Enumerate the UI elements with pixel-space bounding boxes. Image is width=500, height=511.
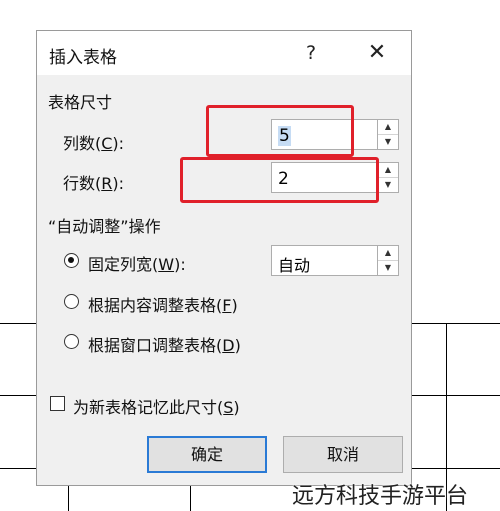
table-size-section-label: 表格尺寸 xyxy=(48,93,113,112)
fit-content-label[interactable]: 根据内容调整表格(F) xyxy=(88,292,238,316)
table-line-h5 xyxy=(412,395,500,396)
table-line-h6 xyxy=(412,468,500,469)
rows-highlight-box xyxy=(180,157,379,203)
table-line-h1 xyxy=(0,323,36,324)
fixed-width-label[interactable]: 固定列宽(W): xyxy=(88,251,186,275)
columns-down-arrow-icon[interactable]: ▼ xyxy=(378,135,398,149)
rows-up-arrow-icon[interactable]: ▲ xyxy=(378,163,398,178)
fixed-width-input[interactable]: 自动 xyxy=(271,245,379,276)
table-line-h3 xyxy=(0,468,36,469)
fixed-width-stepper[interactable]: ▲ ▼ xyxy=(377,245,399,276)
fixed-width-value: 自动 xyxy=(278,256,311,275)
table-line-v2 xyxy=(68,486,69,511)
rows-down-arrow-icon[interactable]: ▼ xyxy=(378,178,398,192)
close-button[interactable]: ✕ xyxy=(363,39,391,67)
dialog-titlebar[interactable]: 插入表格 ? ✕ xyxy=(37,31,411,75)
table-line-h2 xyxy=(0,395,36,396)
table-line-v3 xyxy=(190,486,191,511)
fixed-width-up-arrow-icon[interactable]: ▲ xyxy=(378,246,398,261)
rows-stepper[interactable]: ▲ ▼ xyxy=(377,162,399,193)
fixed-width-down-arrow-icon[interactable]: ▼ xyxy=(378,261,398,275)
columns-label: 列数(C): xyxy=(63,134,125,153)
insert-table-dialog: 插入表格 ? ✕ 表格尺寸 列数(C): 5 ▲ ▼ 行数(R): 2 ▲ ▼ … xyxy=(36,30,412,486)
ok-button[interactable]: 确定 xyxy=(147,436,267,473)
rows-label: 行数(R): xyxy=(63,174,125,193)
help-button[interactable]: ? xyxy=(299,39,323,67)
remember-size-label[interactable]: 为新表格记忆此尺寸(S) xyxy=(73,394,240,418)
columns-stepper[interactable]: ▲ ▼ xyxy=(377,119,399,150)
dialog-title: 插入表格 xyxy=(49,48,117,68)
columns-highlight-box xyxy=(206,105,354,157)
fit-window-radio[interactable] xyxy=(64,334,79,349)
watermark-text: 远方科技手游平台 xyxy=(292,484,469,509)
table-line-h4 xyxy=(412,323,500,324)
autofit-section-label: “自动调整”操作 xyxy=(48,217,161,236)
columns-up-arrow-icon[interactable]: ▲ xyxy=(378,120,398,135)
cancel-button[interactable]: 取消 xyxy=(283,436,403,473)
fixed-width-radio[interactable] xyxy=(64,253,79,268)
fit-content-radio[interactable] xyxy=(64,294,79,309)
fit-window-label[interactable]: 根据窗口调整表格(D) xyxy=(88,332,241,356)
remember-size-checkbox[interactable] xyxy=(50,396,65,411)
